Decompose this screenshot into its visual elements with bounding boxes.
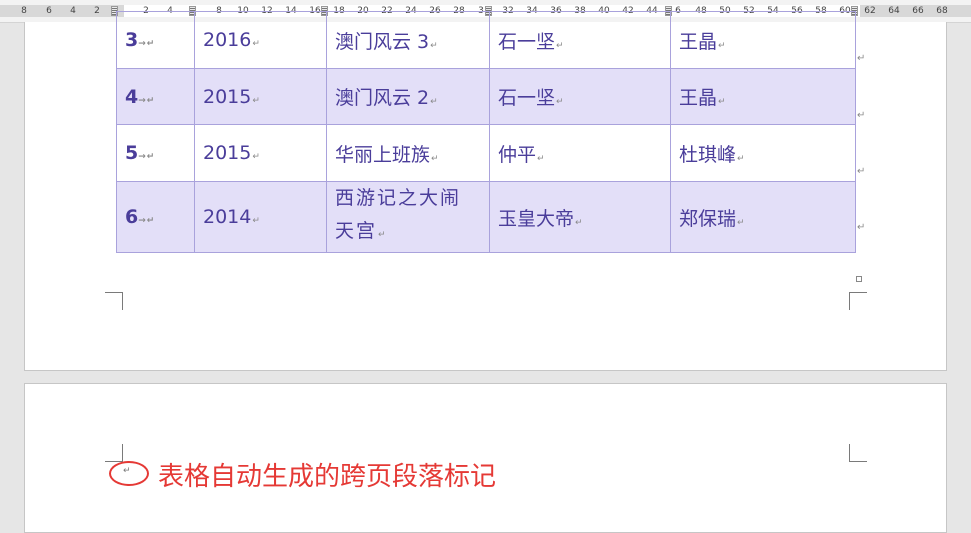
table-row: 4→↵ 2015↵ 澳门风云 2↵ 石一坚↵ 王晶↵: [116, 68, 856, 125]
table-cell[interactable]: 杜琪峰↵: [670, 124, 856, 182]
movie-table[interactable]: 3→↵ 2016↵ 澳门风云 3↵ 石一坚↵ 王晶↵ 4→↵ 2015↵ 澳门风…: [116, 11, 856, 253]
table-row: 5→↵ 2015↵ 华丽上班族↵ 仲平↵ 杜琪峰↵: [116, 124, 856, 182]
row-end-mark: ↵: [857, 166, 866, 177]
table-cell[interactable]: 王晶↵: [670, 68, 856, 125]
margin-corner-mark: [849, 444, 867, 462]
table-row: 6→↵ 2014↵ 西游记之大闹 天宫↵ 玉皇大帝↵ 郑保瑞↵: [116, 181, 856, 253]
table-cell[interactable]: 玉皇大帝↵: [489, 181, 671, 253]
table-cell[interactable]: 澳门风云 3↵: [326, 11, 490, 69]
row-end-mark: ↵: [857, 110, 866, 121]
ruler-number: 4: [70, 6, 76, 16]
table-cell[interactable]: 石一坚↵: [489, 68, 671, 125]
table-cell[interactable]: 2015↵: [194, 68, 327, 125]
ruler-number: 64: [888, 6, 900, 16]
ruler-number: 2: [94, 6, 100, 16]
table-cell[interactable]: 仲平↵: [489, 124, 671, 182]
table-cell[interactable]: 3→↵: [116, 11, 195, 69]
ruler-left-margin: [0, 5, 124, 17]
table-cell[interactable]: 澳门风云 2↵: [326, 68, 490, 125]
ruler-number: 6: [46, 6, 52, 16]
table-cell[interactable]: 4→↵: [116, 68, 195, 125]
table-cell[interactable]: 华丽上班族↵: [326, 124, 490, 182]
table-cell[interactable]: 2015↵: [194, 124, 327, 182]
ruler-number: 68: [936, 6, 948, 16]
margin-corner-mark: [849, 292, 867, 310]
table-cell[interactable]: 6→↵: [116, 181, 195, 253]
ruler-number: 8: [21, 6, 27, 16]
table-cell[interactable]: 王晶↵: [670, 11, 856, 69]
table-cell[interactable]: 石一坚↵: [489, 11, 671, 69]
annotation-circle: [109, 461, 149, 486]
table-row: 3→↵ 2016↵ 澳门风云 3↵ 石一坚↵ 王晶↵: [116, 11, 856, 69]
margin-corner-mark: [105, 444, 123, 462]
table-cell[interactable]: 西游记之大闹 天宫↵: [326, 181, 490, 253]
margin-corner-mark: [105, 292, 123, 310]
ruler-number: 62: [864, 6, 876, 16]
table-cell[interactable]: 2014↵: [194, 181, 327, 253]
table-cell[interactable]: 2016↵: [194, 11, 327, 69]
table-cell[interactable]: 郑保瑞↵: [670, 181, 856, 253]
table-resize-handle[interactable]: [856, 276, 862, 282]
annotation-text: 表格自动生成的跨页段落标记: [158, 462, 497, 492]
row-end-mark: ↵: [857, 53, 866, 64]
row-end-mark: ↵: [857, 222, 866, 233]
ruler-number: 66: [912, 6, 924, 16]
table-cell[interactable]: 5→↵: [116, 124, 195, 182]
